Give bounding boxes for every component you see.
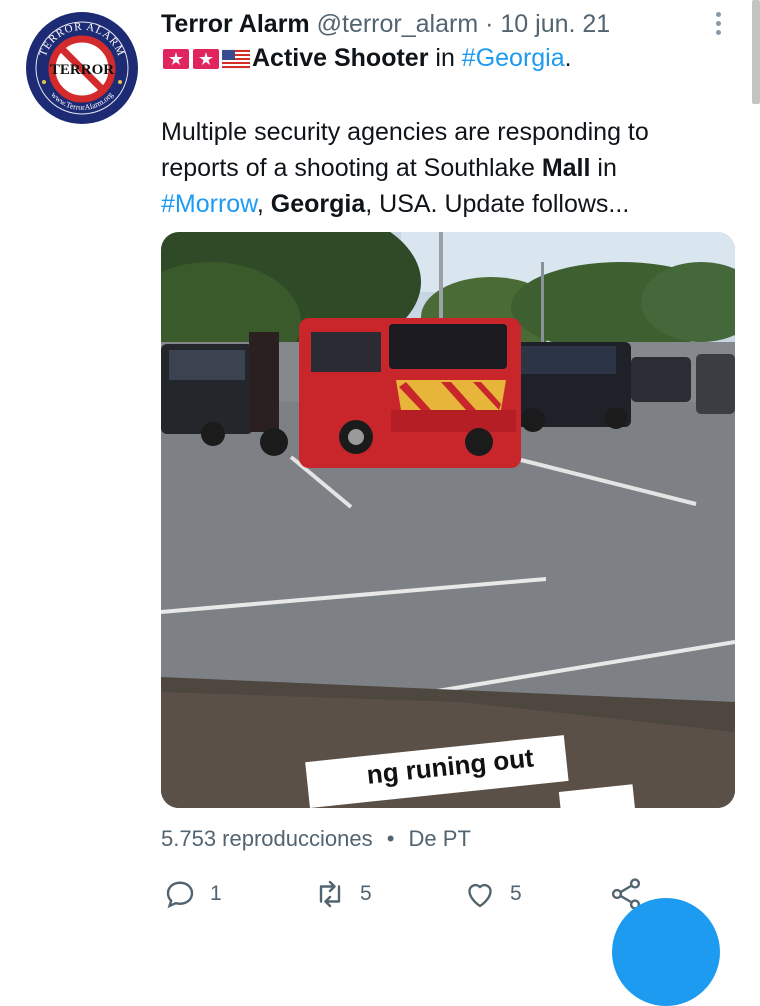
headline-period: . [564, 44, 572, 72]
retweet-button[interactable]: 5 [312, 876, 372, 912]
like-button[interactable]: 5 [462, 876, 522, 912]
video-source-link[interactable]: De PT [409, 826, 471, 851]
svg-text:TERROR: TERROR [50, 62, 114, 78]
terror-alarm-logo: TERROR TERROR ALARM www.TerrorAlarm.org [27, 13, 137, 123]
reply-count: 1 [210, 882, 222, 905]
tweet-date[interactable]: 10 jun. 21 [500, 10, 610, 38]
author-name[interactable]: Terror Alarm [161, 10, 310, 38]
headline-active-shooter: Active Shooter [252, 44, 429, 72]
hashtag-morrow-link[interactable]: #Morrow [161, 190, 257, 218]
author-handle[interactable]: @terror_alarm [317, 10, 479, 38]
body-text-3: , [256, 190, 271, 218]
scrollbar[interactable] [752, 0, 760, 104]
body-georgia: Georgia [270, 190, 366, 218]
like-count: 5 [510, 882, 522, 905]
tweet-video[interactable] [161, 232, 735, 808]
header-separator: · [485, 10, 494, 38]
compose-tweet-fab[interactable] [612, 898, 720, 1006]
siren-emoji-icon [193, 48, 219, 69]
headline-in: in [428, 44, 462, 72]
view-count: 5.753 reproducciones [161, 826, 373, 851]
reply-icon [166, 881, 194, 909]
hashtag-georgia-link[interactable]: #Georgia [462, 44, 565, 73]
video-views-line: 5.753 reproducciones • De PT [161, 826, 471, 852]
author-avatar[interactable]: TERROR TERROR ALARM www.TerrorAlarm.org [26, 12, 138, 124]
video-frame-parking-lot [161, 232, 735, 808]
reply-button[interactable]: 1 [162, 876, 222, 912]
us-flag-icon [222, 49, 250, 68]
tweet-body: Multiple security agencies are respondin… [161, 114, 721, 222]
more-vertical-icon[interactable] [710, 12, 726, 42]
heart-icon [468, 883, 492, 908]
tweet-header: Terror Alarm @terror_alarm · 10 jun. 21 [161, 10, 610, 39]
body-text-4: , USA. Update follows... [365, 190, 630, 218]
retweet-icon [319, 880, 341, 908]
body-text-2: in [590, 154, 617, 182]
retweet-count: 5 [360, 882, 372, 905]
body-mall: Mall [541, 154, 591, 182]
siren-emoji-icon [163, 48, 189, 69]
views-separator: • [386, 826, 395, 851]
tweet-headline: Active Shooter in #Georgia . [162, 44, 572, 73]
